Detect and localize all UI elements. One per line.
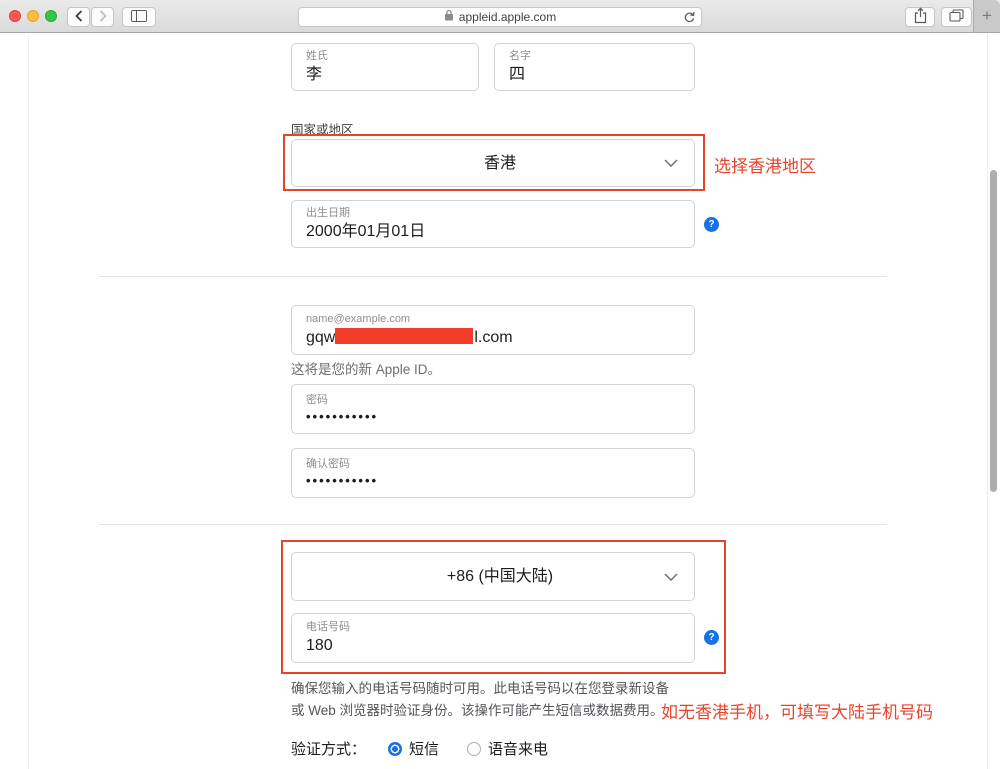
phone-value: 180	[306, 637, 333, 654]
dial-code-select[interactable]: +86 (中国大陆)	[291, 552, 695, 601]
verification-label: 验证方式：	[291, 741, 367, 758]
annotation-country-tip: 选择香港地区	[714, 157, 816, 176]
phone-label: 电话号码	[306, 621, 350, 633]
new-tab-button[interactable]: +	[973, 0, 1000, 33]
password-field[interactable]: 密码 •••••••••••	[291, 384, 695, 434]
phone-number-field[interactable]: 电话号码 180	[291, 613, 695, 663]
chevron-down-icon	[664, 154, 678, 172]
tabs-icon	[949, 9, 964, 25]
country-section-label: 国家或地区	[291, 123, 354, 137]
verification-method-row: 验证方式： 短信 语音来电	[291, 738, 576, 759]
scrollbar-thumb[interactable]	[990, 170, 997, 492]
email-note: 这将是您的新 Apple ID。	[291, 362, 442, 377]
chevron-down-icon	[664, 568, 678, 586]
page-left-edge	[28, 34, 29, 769]
radio-checked-icon	[388, 741, 403, 756]
tabs-overview-button[interactable]	[941, 7, 972, 27]
fullscreen-window-button[interactable]	[45, 10, 57, 22]
minimize-window-button[interactable]	[27, 10, 39, 22]
password-label: 密码	[306, 394, 328, 406]
birthday-value: 2000年01月01日	[306, 223, 426, 240]
close-window-button[interactable]	[9, 10, 21, 22]
radio-option-sms[interactable]: 短信	[388, 738, 439, 759]
sidebar-toggle-button[interactable]	[122, 7, 156, 27]
safari-window: appleid.apple.com + 姓氏 李 名字 四 国家或地区 香港 选…	[0, 0, 1000, 769]
help-icon[interactable]: ?	[704, 217, 719, 232]
email-placeholder-label: name@example.com	[306, 313, 411, 325]
scrollbar-track	[987, 34, 988, 769]
first-name-field[interactable]: 名字 四	[494, 43, 695, 91]
url-text: appleid.apple.com	[458, 10, 557, 24]
email-value: gqw l.com	[306, 328, 513, 346]
chevron-left-icon	[74, 9, 83, 25]
password-masked-value: •••••••••••	[306, 409, 379, 424]
radio-voice-label: 语音来电	[488, 741, 549, 758]
radio-sms-label: 短信	[409, 741, 440, 758]
phone-note-line1: 确保您输入的电话号码随时可用。此电话号码以在您登录新设备	[291, 681, 669, 696]
help-icon[interactable]: ?	[704, 630, 719, 645]
confirm-password-field[interactable]: 确认密码 •••••••••••	[291, 448, 695, 498]
chevron-right-icon	[99, 9, 107, 25]
plus-icon: +	[982, 6, 992, 25]
lock-icon	[444, 8, 454, 26]
reload-button[interactable]	[683, 11, 696, 24]
phone-note: 确保您输入的电话号码随时可用。此电话号码以在您登录新设备 或 Web 浏览器时验…	[291, 678, 681, 722]
back-button[interactable]	[67, 7, 90, 27]
phone-note-line2: 或 Web 浏览器时验证身份。该操作可能产生短信或数据费用。	[291, 703, 664, 718]
address-bar[interactable]: appleid.apple.com	[298, 7, 702, 27]
radio-option-voice-call[interactable]: 语音来电	[467, 738, 548, 759]
last-name-label: 姓氏	[306, 50, 328, 62]
share-icon	[914, 7, 927, 27]
sidebar-icon	[131, 9, 147, 25]
forward-button[interactable]	[91, 7, 114, 27]
country-select[interactable]: 香港	[291, 139, 695, 187]
confirm-password-masked-value: •••••••••••	[306, 473, 379, 488]
annotation-phone-tip: 如无香港手机，可填写大陆手机号码	[661, 703, 933, 722]
dial-code-value: +86 (中国大陆)	[446, 568, 554, 585]
section-divider	[99, 276, 887, 277]
last-name-value: 李	[306, 66, 323, 83]
confirm-password-label: 确认密码	[306, 458, 350, 470]
first-name-value: 四	[509, 66, 526, 83]
section-divider	[99, 524, 887, 525]
radio-unchecked-icon	[467, 741, 482, 756]
country-select-value: 香港	[483, 154, 516, 172]
redaction-bar	[335, 328, 474, 344]
email-field[interactable]: name@example.com gqw l.com	[291, 305, 695, 355]
birthday-field[interactable]: 出生日期 2000年01月01日	[291, 200, 695, 248]
first-name-label: 名字	[509, 50, 531, 62]
last-name-field[interactable]: 姓氏 李	[291, 43, 479, 91]
browser-toolbar: appleid.apple.com +	[0, 0, 1000, 33]
share-button[interactable]	[905, 7, 935, 27]
birthday-label: 出生日期	[306, 207, 350, 219]
